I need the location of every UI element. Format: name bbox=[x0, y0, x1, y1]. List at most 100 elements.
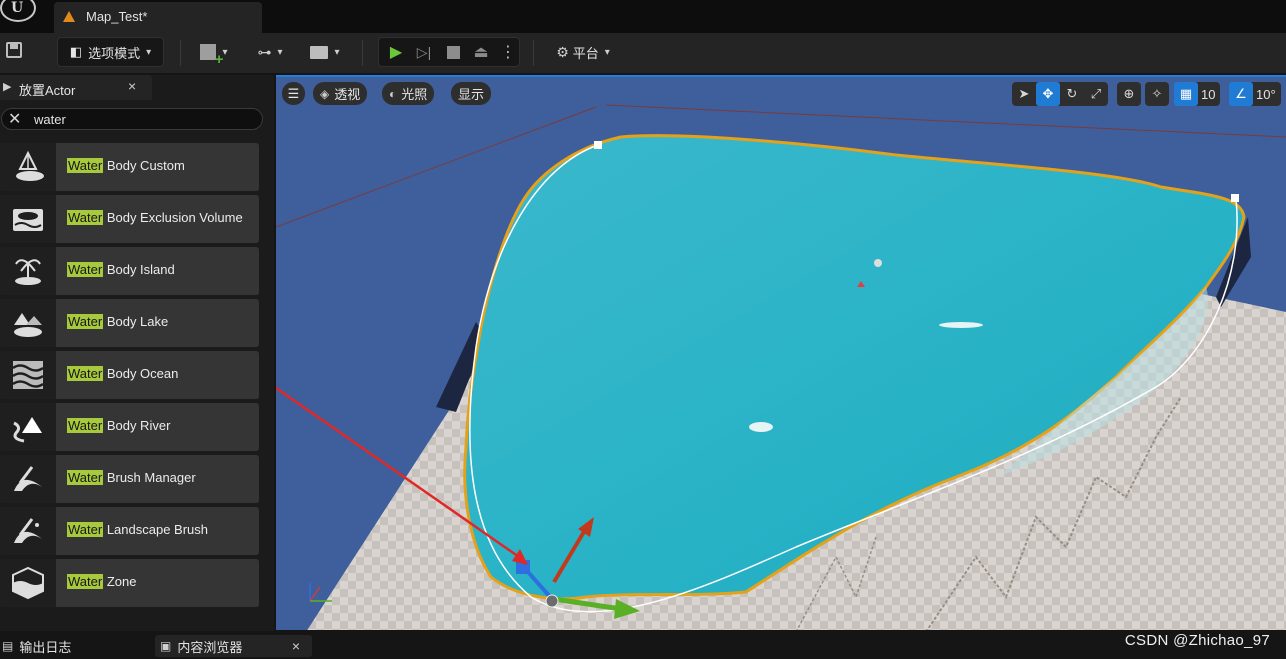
level-map-icon bbox=[63, 11, 75, 22]
water-body-exclusion-icon bbox=[0, 195, 56, 243]
list-item-label: Water Zone bbox=[67, 574, 137, 589]
select-mode-icon: ◧ bbox=[69, 44, 83, 59]
tab-map-test[interactable]: Map_Test* bbox=[54, 2, 262, 33]
content-browser-label: 内容浏览器 bbox=[177, 639, 243, 655]
chevron-down-icon: ▾ bbox=[604, 46, 610, 58]
lit-label: 光照 bbox=[401, 87, 428, 102]
chevron-down-icon: ▾ bbox=[334, 46, 340, 58]
more-icon[interactable]: ⋮ bbox=[497, 42, 519, 62]
play-icon[interactable]: ▶ bbox=[385, 42, 407, 62]
search-input[interactable]: ✕ water bbox=[1, 108, 263, 130]
spline-point bbox=[594, 141, 602, 149]
play-controls: ▶ ▷| ⏏ ⋮ bbox=[378, 37, 520, 67]
river-icon bbox=[0, 403, 56, 451]
panel-tab-label: 放置Actor bbox=[19, 83, 76, 98]
list-item[interactable]: Water Body Ocean bbox=[0, 351, 259, 399]
angle-snap-icon[interactable]: ∠ bbox=[1229, 82, 1253, 106]
tab-content-browser[interactable]: ▣ 内容浏览器 × bbox=[155, 635, 312, 657]
water-zone-icon bbox=[0, 559, 56, 607]
list-item[interactable]: Water Body Exclusion Volume bbox=[0, 195, 259, 243]
chevron-down-icon: ▾ bbox=[146, 46, 152, 58]
gizmo-center bbox=[545, 594, 559, 608]
close-icon[interactable]: × bbox=[292, 638, 300, 654]
surface-snap-icon[interactable]: ✧ bbox=[1145, 82, 1169, 106]
show-button[interactable]: 显示 bbox=[451, 82, 492, 105]
spline-point bbox=[1231, 194, 1239, 202]
grid-snap-value[interactable]: 10 bbox=[1198, 87, 1220, 102]
unreal-logo-icon[interactable]: U bbox=[0, 0, 36, 22]
foam-patch bbox=[749, 422, 773, 432]
watermark-text: CSDN @Zhichao_97 bbox=[1124, 632, 1270, 649]
chevron-down-icon: ▾ bbox=[277, 46, 283, 58]
ocean-icon bbox=[0, 351, 56, 399]
stop-icon[interactable] bbox=[442, 42, 464, 62]
perspective-label: 透视 bbox=[334, 87, 361, 102]
perspective-button[interactable]: ◈ 透视 bbox=[313, 82, 368, 105]
list-item-label: Water Body Custom bbox=[67, 158, 185, 173]
add-actor-button[interactable]: ▾ bbox=[194, 37, 234, 68]
document-tab-label: Map_Test* bbox=[86, 9, 148, 24]
water-body-custom-icon bbox=[0, 143, 56, 191]
cube-icon: ◈ bbox=[320, 86, 330, 101]
cinematics-button[interactable]: ▾ bbox=[305, 37, 345, 67]
list-item[interactable]: Water Body Island bbox=[0, 247, 259, 295]
tab-place-actors[interactable]: ▶ 放置Actor × bbox=[0, 75, 152, 100]
close-icon[interactable]: × bbox=[128, 78, 136, 94]
foam-patch bbox=[939, 322, 983, 328]
blueprint-button[interactable]: ⊶ ▾ bbox=[250, 37, 290, 67]
toolbar-divider bbox=[362, 40, 363, 66]
globe-icon[interactable]: ⊕ bbox=[1117, 82, 1141, 106]
brush-manager-icon bbox=[0, 455, 56, 503]
list-item[interactable]: Water Landscape Brush bbox=[0, 507, 259, 555]
landscape-brush-icon bbox=[0, 507, 56, 555]
save-icon[interactable] bbox=[6, 42, 22, 58]
search-value: water bbox=[34, 112, 66, 127]
viewport-menu-button[interactable]: ☰ bbox=[282, 82, 305, 105]
translate-icon[interactable]: ✥ bbox=[1036, 82, 1060, 106]
world-axis-line bbox=[605, 104, 1286, 138]
list-item-label: Water Landscape Brush bbox=[67, 522, 208, 537]
list-item[interactable]: Water Body Custom bbox=[0, 143, 259, 191]
lake-icon bbox=[0, 299, 56, 347]
step-icon[interactable]: ▷| bbox=[413, 42, 435, 62]
scale-icon[interactable]: ⤢ bbox=[1084, 82, 1108, 106]
island-icon bbox=[0, 247, 56, 295]
list-item-label: Water Body Island bbox=[67, 262, 175, 277]
cinematics-icon bbox=[310, 45, 329, 59]
hamburger-icon: ☰ bbox=[287, 85, 300, 101]
platform-icon: ⚙ bbox=[556, 43, 569, 60]
clear-search-icon[interactable]: ✕ bbox=[8, 109, 21, 129]
rotation-snap-group: ∠ 10° bbox=[1229, 82, 1281, 106]
grid-snap-icon[interactable]: ▦ bbox=[1174, 82, 1198, 106]
list-item-label: Water Body Ocean bbox=[67, 366, 179, 381]
list-item[interactable]: Water Brush Manager bbox=[0, 455, 259, 503]
mode-select-button[interactable]: ◧ 选项模式 ▾ bbox=[57, 37, 164, 67]
place-actor-icon: ▶ bbox=[3, 81, 12, 93]
output-log-icon: ▤ bbox=[2, 639, 14, 653]
bottom-bar: ▤ 输出日志 ▣ 内容浏览器 × CSDN @Zhichao_97 bbox=[0, 631, 1286, 659]
list-item[interactable]: Water Zone bbox=[0, 559, 259, 607]
platform-button[interactable]: ⚙ 平台 ▾ bbox=[548, 37, 618, 67]
rotate-icon[interactable]: ↻ bbox=[1060, 82, 1084, 106]
list-item-label: Water Body Exclusion Volume bbox=[67, 210, 243, 225]
axis-indicator-x bbox=[309, 586, 321, 602]
place-actors-panel: ▶ 放置Actor × ✕ water Water Body Custom Wa… bbox=[0, 75, 274, 631]
grid-snap-group: ▦ 10 bbox=[1174, 82, 1221, 106]
surface-snap-toggle: ✧ bbox=[1145, 82, 1169, 106]
lighting-mode-button[interactable]: ◐ 光照 bbox=[382, 82, 435, 105]
world-local-toggle: ⊕ bbox=[1117, 82, 1141, 106]
list-item[interactable]: Water Body River bbox=[0, 403, 259, 451]
mode-label: 选项模式 bbox=[88, 45, 141, 61]
platform-label: 平台 bbox=[572, 45, 599, 61]
list-item[interactable]: Water Body Lake bbox=[0, 299, 259, 347]
content-browser-icon: ▣ bbox=[160, 639, 172, 653]
logo-glyph: U bbox=[11, 0, 24, 16]
toolbar-divider bbox=[180, 40, 181, 66]
eject-icon[interactable]: ⏏ bbox=[470, 42, 492, 62]
tab-output-log[interactable]: ▤ 输出日志 bbox=[2, 635, 71, 657]
level-viewport[interactable]: ☰ ◈ 透视 ◐ 光照 显示 ➤ ✥ ↻ ⤢ ⊕ ✧ ▦ 10 ∠ 10° bbox=[276, 75, 1286, 630]
transform-tools: ➤ ✥ ↻ ⤢ bbox=[1012, 82, 1108, 106]
list-item-label: Water Body Lake bbox=[67, 314, 169, 329]
rotation-snap-value[interactable]: 10° bbox=[1253, 87, 1281, 102]
select-cursor-icon[interactable]: ➤ bbox=[1012, 82, 1036, 106]
